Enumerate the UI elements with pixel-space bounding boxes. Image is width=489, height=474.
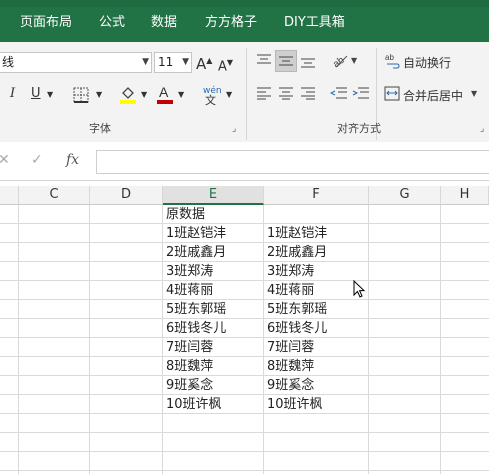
column-header-partial[interactable] bbox=[0, 186, 19, 205]
italic-button[interactable]: I bbox=[10, 85, 15, 103]
svg-text:ab: ab bbox=[331, 55, 347, 69]
decrease-indent-icon[interactable] bbox=[330, 86, 348, 100]
shrink-font-label: A bbox=[218, 59, 227, 75]
confirm-entry-icon[interactable]: ✓ bbox=[31, 152, 43, 168]
chevron-down-icon[interactable]: ▼ bbox=[142, 53, 149, 72]
column-header-d[interactable]: D bbox=[90, 186, 163, 205]
align-bottom-icon[interactable] bbox=[300, 55, 316, 69]
column-header-g[interactable]: G bbox=[369, 186, 441, 205]
cell-f[interactable]: 10班许枫 bbox=[264, 395, 369, 414]
cell-f[interactable]: 9班奚念 bbox=[264, 376, 369, 395]
column-header-e[interactable]: E bbox=[163, 186, 264, 205]
font-size-combo[interactable]: 11 ▼ bbox=[154, 52, 192, 73]
chevron-down-icon[interactable]: ▼ bbox=[96, 86, 102, 104]
cell-f[interactable]: 5班东郭瑶 bbox=[264, 300, 369, 319]
tab-data[interactable]: 数据 bbox=[151, 14, 177, 32]
increase-indent-icon[interactable] bbox=[352, 86, 370, 100]
border-icon[interactable] bbox=[73, 87, 89, 103]
grow-font-label: A bbox=[196, 55, 207, 73]
align-left-icon[interactable] bbox=[256, 86, 272, 100]
chevron-down-icon[interactable]: ▼ bbox=[182, 53, 189, 72]
font-name-value: 线 bbox=[2, 55, 15, 69]
grow-font-button[interactable]: A▲ bbox=[196, 52, 212, 73]
cell-e[interactable]: 7班闫蓉 bbox=[163, 338, 264, 357]
cell-f[interactable]: 1班赵铠沣 bbox=[264, 224, 369, 243]
tab-page-layout[interactable]: 页面布局 bbox=[20, 14, 72, 32]
worksheet-grid[interactable]: 原数据 1班赵铠沣 1班赵铠沣 2班戚鑫月 2班戚鑫月 3班郑涛 3班郑涛 4班蒋丽 4班蒋丽 5… bbox=[0, 205, 489, 474]
chevron-down-icon[interactable]: ▼ bbox=[47, 86, 53, 104]
cell-e[interactable]: 8班魏萍 bbox=[163, 357, 264, 376]
chevron-down-icon[interactable]: ▼ bbox=[471, 89, 477, 98]
cell-e[interactable]: 5班东郭瑶 bbox=[163, 300, 264, 319]
cell-f[interactable]: 8班魏萍 bbox=[264, 357, 369, 376]
cell-e[interactable]: 2班戚鑫月 bbox=[163, 243, 264, 262]
align-middle-button[interactable] bbox=[275, 50, 297, 72]
svg-text:A: A bbox=[159, 84, 169, 100]
cell-e[interactable]: 4班蒋丽 bbox=[163, 281, 264, 300]
title-strip bbox=[0, 0, 489, 7]
align-middle-icon bbox=[279, 56, 293, 66]
shrink-font-button[interactable]: A▼ bbox=[218, 54, 233, 76]
align-right-icon[interactable] bbox=[300, 86, 316, 100]
merge-center-icon[interactable] bbox=[384, 86, 400, 101]
chevron-down-icon[interactable]: ▼ bbox=[226, 86, 232, 104]
chevron-down-icon[interactable]: ▼ bbox=[141, 86, 147, 104]
formula-bar: ✕ ✓ fx bbox=[0, 142, 489, 181]
column-header-h[interactable]: H bbox=[441, 186, 489, 205]
insert-function-icon[interactable]: fx bbox=[66, 152, 79, 168]
cancel-entry-icon[interactable]: ✕ bbox=[0, 152, 10, 168]
mouse-cursor-icon bbox=[353, 280, 366, 298]
column-header-f[interactable]: F bbox=[264, 186, 369, 205]
tab-fangfang[interactable]: 方方格子 bbox=[205, 14, 257, 32]
font-dialog-launcher-icon[interactable]: ⌟ bbox=[232, 124, 236, 134]
ribbon-tab-bar: 页面布局 公式 数据 方方格子 DIY工具箱 bbox=[0, 0, 489, 42]
chevron-down-icon[interactable]: ▼ bbox=[178, 86, 184, 104]
cell-e[interactable]: 1班赵铠沣 bbox=[163, 224, 264, 243]
cell-e[interactable]: 10班许枫 bbox=[163, 395, 264, 414]
tab-diy-toolbox[interactable]: DIY工具箱 bbox=[284, 14, 345, 32]
underline-button[interactable]: U bbox=[31, 85, 41, 103]
align-top-icon[interactable] bbox=[256, 53, 272, 67]
cell-f[interactable]: 2班戚鑫月 bbox=[264, 243, 369, 262]
column-header-c[interactable]: C bbox=[19, 186, 90, 205]
cell-f[interactable]: 3班郑涛 bbox=[264, 262, 369, 281]
wrap-text-icon[interactable]: ab bbox=[385, 53, 401, 69]
svg-text:ab: ab bbox=[385, 53, 394, 62]
align-center-icon[interactable] bbox=[278, 86, 294, 100]
tab-formulas[interactable]: 公式 bbox=[99, 14, 125, 32]
merge-center-button[interactable]: 合并后居中 bbox=[403, 87, 463, 104]
font-size-value: 11 bbox=[158, 55, 174, 69]
font-color-icon[interactable]: A bbox=[156, 84, 174, 104]
font-name-combo[interactable]: 线 ▼ bbox=[0, 52, 152, 73]
cell-e[interactable]: 9班奚念 bbox=[163, 376, 264, 395]
phonetic-guide-glyph: 文 bbox=[205, 94, 216, 107]
formula-input[interactable] bbox=[96, 150, 489, 174]
cell-f[interactable]: 6班钱冬儿 bbox=[264, 319, 369, 338]
cell-f[interactable]: 7班闫蓉 bbox=[264, 338, 369, 357]
fill-color-icon[interactable] bbox=[119, 84, 137, 104]
cell-e[interactable]: 6班钱冬儿 bbox=[163, 319, 264, 338]
cell-e[interactable]: 3班郑涛 bbox=[163, 262, 264, 281]
font-group-label: 字体 bbox=[89, 122, 111, 135]
chevron-down-icon[interactable]: ▼ bbox=[351, 56, 357, 65]
group-divider bbox=[246, 48, 247, 140]
alignment-dialog-launcher-icon[interactable]: ⌟ bbox=[480, 124, 484, 134]
orientation-icon[interactable]: ab bbox=[331, 51, 349, 69]
wrap-text-button[interactable]: 自动换行 bbox=[403, 54, 451, 71]
cell-e-header[interactable]: 原数据 bbox=[163, 205, 264, 224]
alignment-group-label: 对齐方式 bbox=[337, 122, 381, 135]
